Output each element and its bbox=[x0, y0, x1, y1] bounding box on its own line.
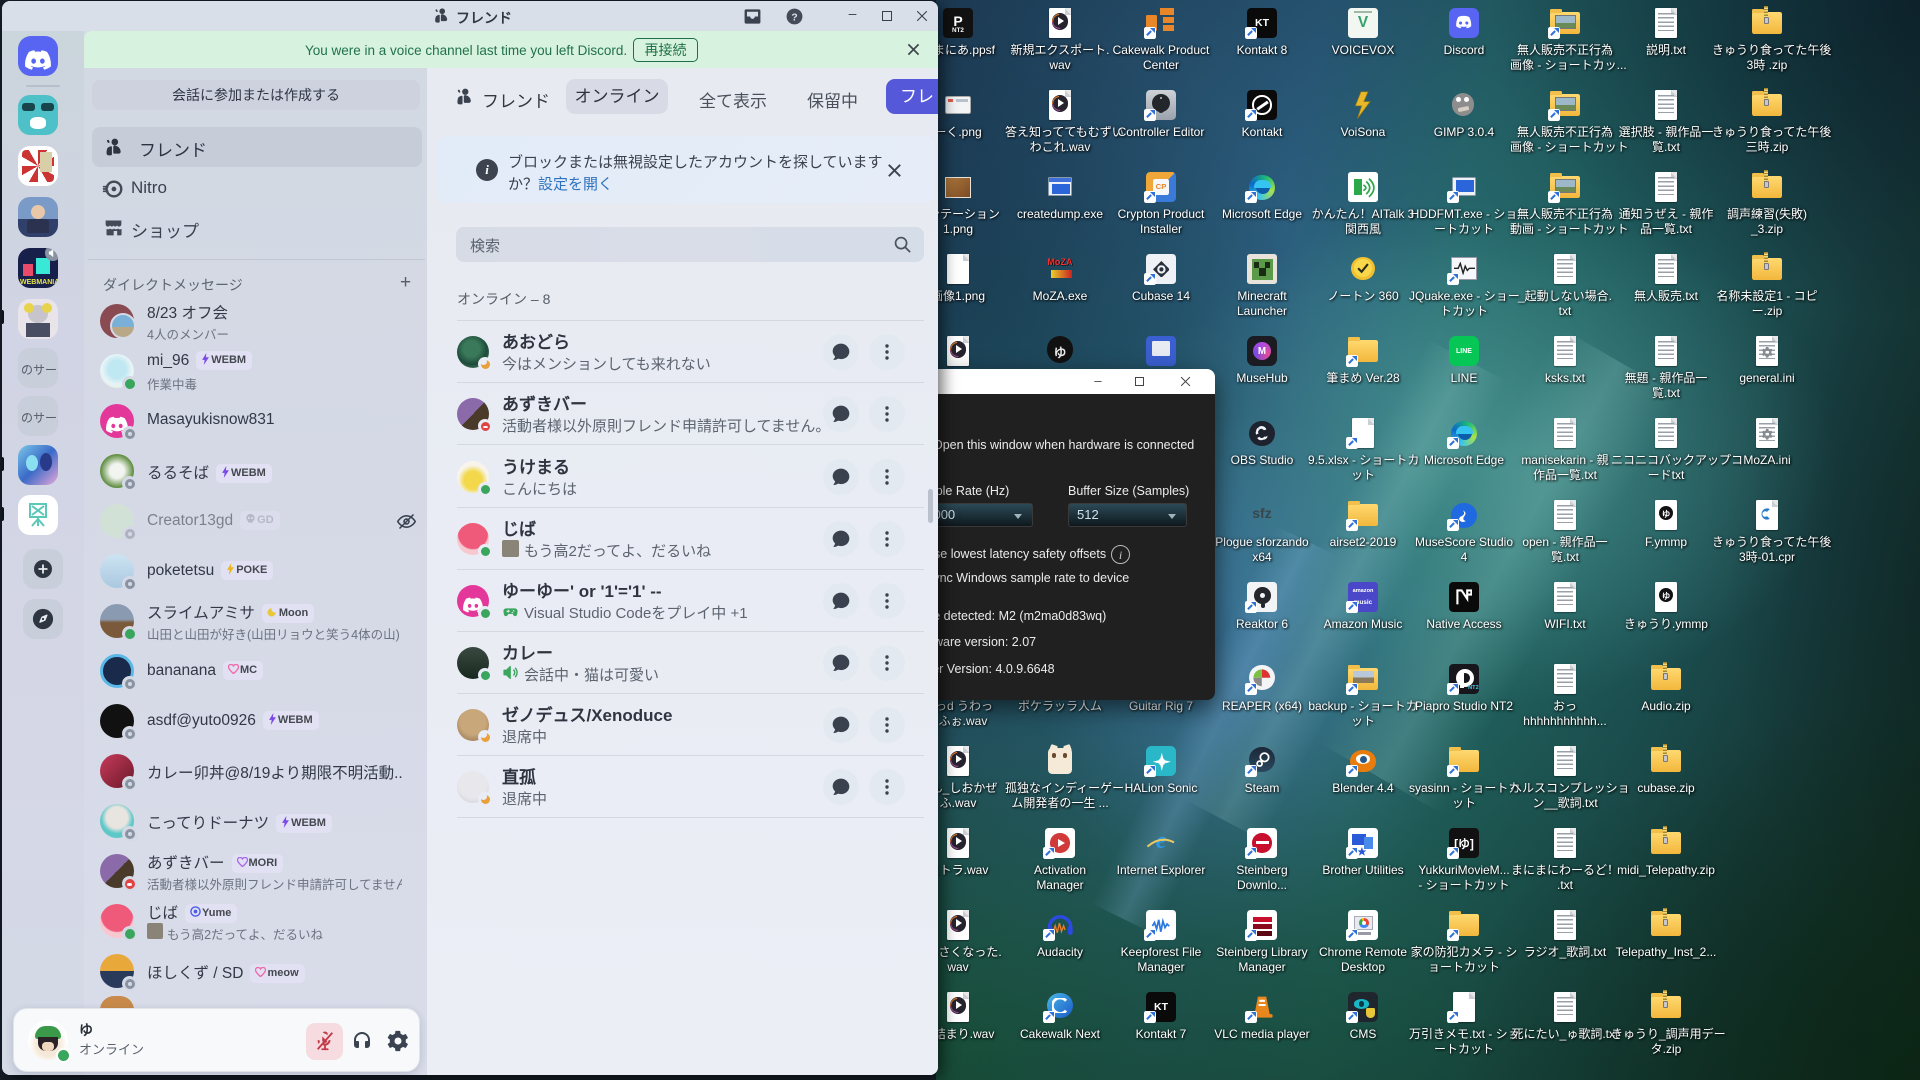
svg-text:?: ? bbox=[791, 12, 797, 23]
